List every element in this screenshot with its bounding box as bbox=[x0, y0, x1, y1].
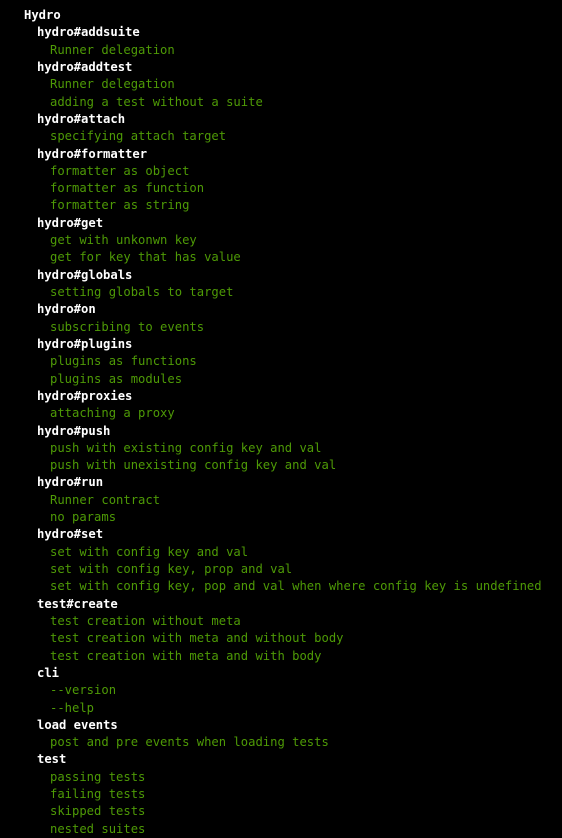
test-result-line: nested suites bbox=[50, 821, 146, 836]
test-result-line: attaching a proxy bbox=[50, 406, 175, 421]
test-result-line: subscribing to events bbox=[50, 319, 205, 334]
test-result-line: --help bbox=[50, 700, 95, 715]
test-result-line: --version bbox=[50, 683, 117, 698]
test-result-line: adding a test without a suite bbox=[50, 94, 263, 109]
suite-line: hydro#on bbox=[37, 302, 96, 317]
test-result-line: push with unexisting config key and val bbox=[50, 458, 337, 473]
suite-line: hydro#globals bbox=[37, 267, 133, 282]
test-result-line: setting globals to target bbox=[50, 285, 234, 299]
test-result-line: formatter as function bbox=[50, 181, 205, 196]
suite-line: hydro#attach bbox=[37, 111, 126, 126]
test-result-line: Runner contract bbox=[50, 492, 161, 507]
suite-line: load events bbox=[37, 717, 118, 732]
test-result-line: plugins as modules bbox=[50, 371, 183, 386]
suite-line: hydro#formatter bbox=[37, 146, 148, 161]
test-result-line: post and pre events when loading tests bbox=[50, 735, 329, 750]
suite-line: hydro#addtest bbox=[37, 59, 133, 74]
test-result-line: skipped tests bbox=[50, 804, 146, 819]
test-result-line: test creation with meta and without body bbox=[50, 631, 344, 646]
suite-line: cli bbox=[37, 665, 60, 680]
test-result-line: get with unkonwn key bbox=[50, 233, 197, 248]
test-result-line: Runner delegation bbox=[50, 42, 175, 57]
test-result-line: set with config key, prop and val bbox=[50, 562, 293, 576]
test-result-line: test creation without meta bbox=[50, 613, 241, 628]
suite-line: hydro#get bbox=[37, 215, 104, 230]
test-result-line: test creation with meta and with body bbox=[50, 648, 322, 663]
test-result-line: passing tests bbox=[50, 769, 146, 784]
suite-line: hydro#proxies bbox=[37, 388, 133, 403]
suite-line: hydro#plugins bbox=[37, 336, 133, 351]
test-result-line: Runner delegation bbox=[50, 77, 175, 92]
test-result-line: push with existing config key and val bbox=[50, 440, 322, 455]
test-result-line: failing tests bbox=[50, 787, 146, 802]
test-result-line: set with config key and val bbox=[50, 544, 249, 559]
suite-line: test bbox=[37, 752, 67, 767]
terminal-output[interactable]: Hydro hydro#addsuite Runner delegation hydr… bbox=[0, 0, 562, 836]
suite-line: hydro#run bbox=[37, 475, 104, 490]
test-result-line: set with config key, pop and val when wh… bbox=[50, 579, 542, 594]
suite-line: Hydro bbox=[24, 8, 61, 22]
test-result-line: formatter as object bbox=[50, 163, 190, 178]
test-result-line: plugins as functions bbox=[50, 354, 197, 369]
test-result-line: specifying attach target bbox=[50, 129, 227, 144]
test-result-line: get for key that has value bbox=[50, 250, 241, 265]
test-result-line: formatter as string bbox=[50, 198, 190, 213]
suite-line: hydro#push bbox=[37, 423, 111, 438]
suite-line: test#create bbox=[37, 596, 118, 611]
test-result-line: no params bbox=[50, 510, 117, 525]
suite-line: hydro#set bbox=[37, 527, 104, 542]
suite-line: hydro#addsuite bbox=[37, 25, 140, 40]
